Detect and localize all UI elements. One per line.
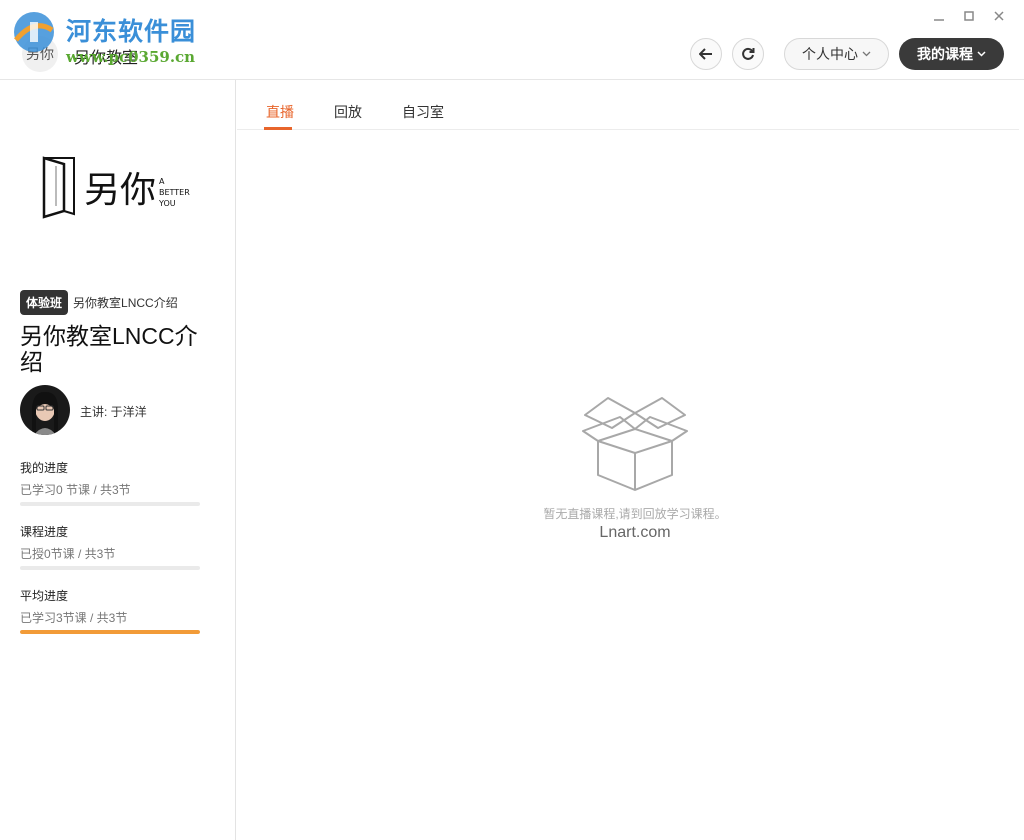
course-tag-row: 体验班 另你教室LNCC介绍 [20,290,178,315]
course-tag-badge: 体验班 [20,290,69,315]
progress-bar [20,502,200,506]
brand-logo: 另你 A BETTER YOU [42,156,190,219]
empty-state-message: 暂无直播课程,请到回放学习课程。 [543,507,727,521]
personal-center-button[interactable]: 个人中心 [784,38,889,70]
progress-detail: 已学习3节课 / 共3节 [20,611,128,625]
progress-bar [20,566,200,570]
tab-live[interactable]: 直播 [266,102,294,122]
minimize-icon [934,19,944,21]
watermark-logo [14,12,54,52]
brand-main-text: 另你 [84,170,156,211]
minimize-button[interactable] [931,8,947,24]
refresh-button[interactable] [732,38,764,70]
watermark-url: www.pc0359.cn [66,48,196,66]
maximize-button[interactable] [961,8,977,24]
progress-label: 课程进度 [20,525,69,539]
progress-bar [20,630,200,634]
my-progress: 我的进度 已学习0 节课 / 共3节 [20,459,200,506]
title-bar: 另你 另你教室 河东软件园 www.pc0359.cn 个人中心 我的课程 [0,0,1024,80]
personal-center-label: 个人中心 [802,46,858,62]
active-tab-indicator [264,127,292,130]
chevron-down-icon [977,51,986,57]
progress-label: 平均进度 [20,589,69,603]
close-button[interactable] [991,8,1007,24]
course-tag-text: 另你教室LNCC介绍 [73,296,178,310]
watermark-title: 河东软件园 [66,17,197,46]
progress-label: 我的进度 [20,461,69,475]
progress-detail: 已授0节课 / 共3节 [20,547,116,561]
my-courses-button[interactable]: 我的课程 [899,38,1004,70]
brand-sub-1: A [159,177,165,186]
course-progress: 课程进度 已授0节课 / 共3节 [20,523,200,570]
lecturer-avatar [20,385,70,435]
tab-replay[interactable]: 回放 [334,102,362,122]
lecturer-name: 主讲: 于洋洋 [80,405,147,419]
maximize-icon [964,11,974,21]
chevron-down-icon [862,51,871,57]
refresh-icon [742,47,755,60]
tab-study-room[interactable]: 自习室 [402,102,444,122]
my-courses-label: 我的课程 [917,46,973,62]
empty-box-icon [582,397,688,491]
brand-sub-2: BETTER [159,188,190,197]
progress-fill [20,630,200,634]
course-sidebar: 另你 A BETTER YOU 体验班 另你教室LNCC介绍 另你教室LNCC介… [0,80,236,840]
site-link: Lnart.com [599,524,671,541]
progress-detail: 已学习0 节课 / 共3节 [20,483,131,497]
course-title: 另你教室LNCC介绍 [20,323,198,375]
average-progress: 平均进度 已学习3节课 / 共3节 [20,587,200,634]
back-button[interactable] [690,38,722,70]
close-icon [994,11,1004,21]
brand-sub-3: YOU [158,199,176,208]
arrow-left-icon [699,48,712,60]
